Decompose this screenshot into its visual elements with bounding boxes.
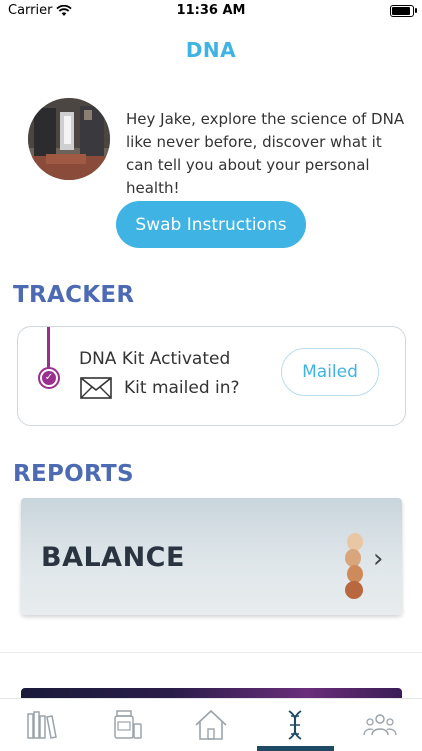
page-title: DNA <box>185 38 237 62</box>
report-card-label: BALANCE <box>41 542 185 573</box>
tab-bar <box>0 698 422 751</box>
reports-heading: REPORTS <box>13 461 134 487</box>
status-bar: Carrier 11:36 AM <box>0 0 422 24</box>
divider <box>0 652 422 653</box>
battery-icon <box>390 5 417 17</box>
tracker-step-check-icon: ✓ <box>38 367 60 389</box>
balanced-eggs-image <box>345 533 363 599</box>
mailed-button[interactable]: Mailed <box>281 348 379 396</box>
tracker-heading: TRACKER <box>13 282 135 308</box>
tracker-card: ✓ DNA Kit Activated Kit mailed in? Maile… <box>17 326 406 426</box>
dna-icon <box>288 710 302 740</box>
tab-supplements[interactable] <box>84 699 168 751</box>
home-icon <box>195 709 227 740</box>
tracker-step-mailed: Kit mailed in? <box>124 378 240 398</box>
chevron-right-icon: › <box>373 544 384 574</box>
tab-dna[interactable] <box>253 699 337 751</box>
avatar[interactable] <box>28 98 110 180</box>
tracker-step-activated: DNA Kit Activated <box>79 349 231 369</box>
community-icon <box>363 714 397 736</box>
welcome-message: Hey Jake, explore the science of DNA lik… <box>126 110 405 197</box>
clock: 11:36 AM <box>176 3 246 18</box>
tab-home[interactable] <box>169 699 253 751</box>
report-card-balance[interactable]: BALANCE › <box>21 498 402 615</box>
tracker-progress-line <box>47 327 50 369</box>
active-tab-indicator <box>257 746 334 751</box>
mail-icon <box>80 377 112 399</box>
swab-instructions-button[interactable]: Swab Instructions <box>116 201 306 248</box>
tab-library[interactable] <box>0 699 84 751</box>
library-books-icon <box>27 711 58 739</box>
supplements-icon <box>113 710 142 739</box>
tab-community[interactable] <box>338 699 422 751</box>
